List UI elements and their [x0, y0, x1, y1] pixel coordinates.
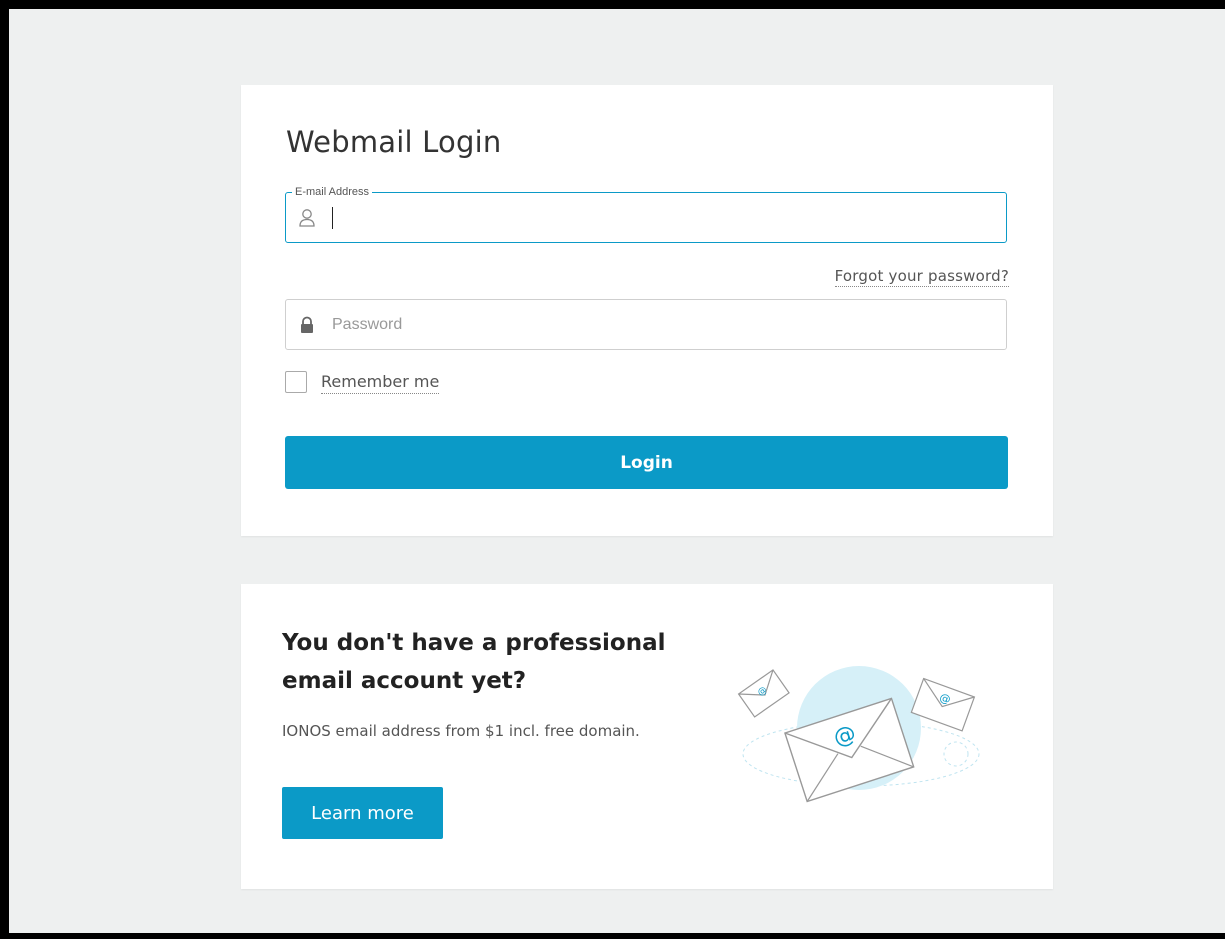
envelopes-at-icon: @ @ @ [731, 654, 991, 814]
promo-title: You don't have a professional email acco… [282, 630, 666, 694]
lock-icon [298, 315, 316, 335]
page-title: Webmail Login [286, 125, 502, 159]
promo-text: IONOS email address from $1 incl. free d… [282, 722, 640, 740]
learn-more-button[interactable]: Learn more [282, 787, 443, 839]
remember-me-checkbox[interactable] [285, 371, 307, 393]
login-button[interactable]: Login [285, 436, 1008, 489]
login-card: Webmail Login E-mail Address Forgot your… [241, 85, 1053, 536]
password-input[interactable] [332, 312, 992, 338]
user-icon [298, 208, 316, 228]
forgot-password-link[interactable]: Forgot your password? [834, 267, 1009, 287]
email-field[interactable]: E-mail Address [285, 185, 1007, 243]
password-field[interactable] [285, 299, 1007, 350]
email-field-label: E-mail Address [292, 185, 372, 199]
remember-me-label[interactable]: Remember me [321, 372, 440, 394]
page-viewport: Webmail Login E-mail Address Forgot your… [9, 9, 1225, 933]
promo-card: You don't have a professional email acco… [241, 584, 1053, 889]
email-input[interactable] [332, 205, 992, 231]
